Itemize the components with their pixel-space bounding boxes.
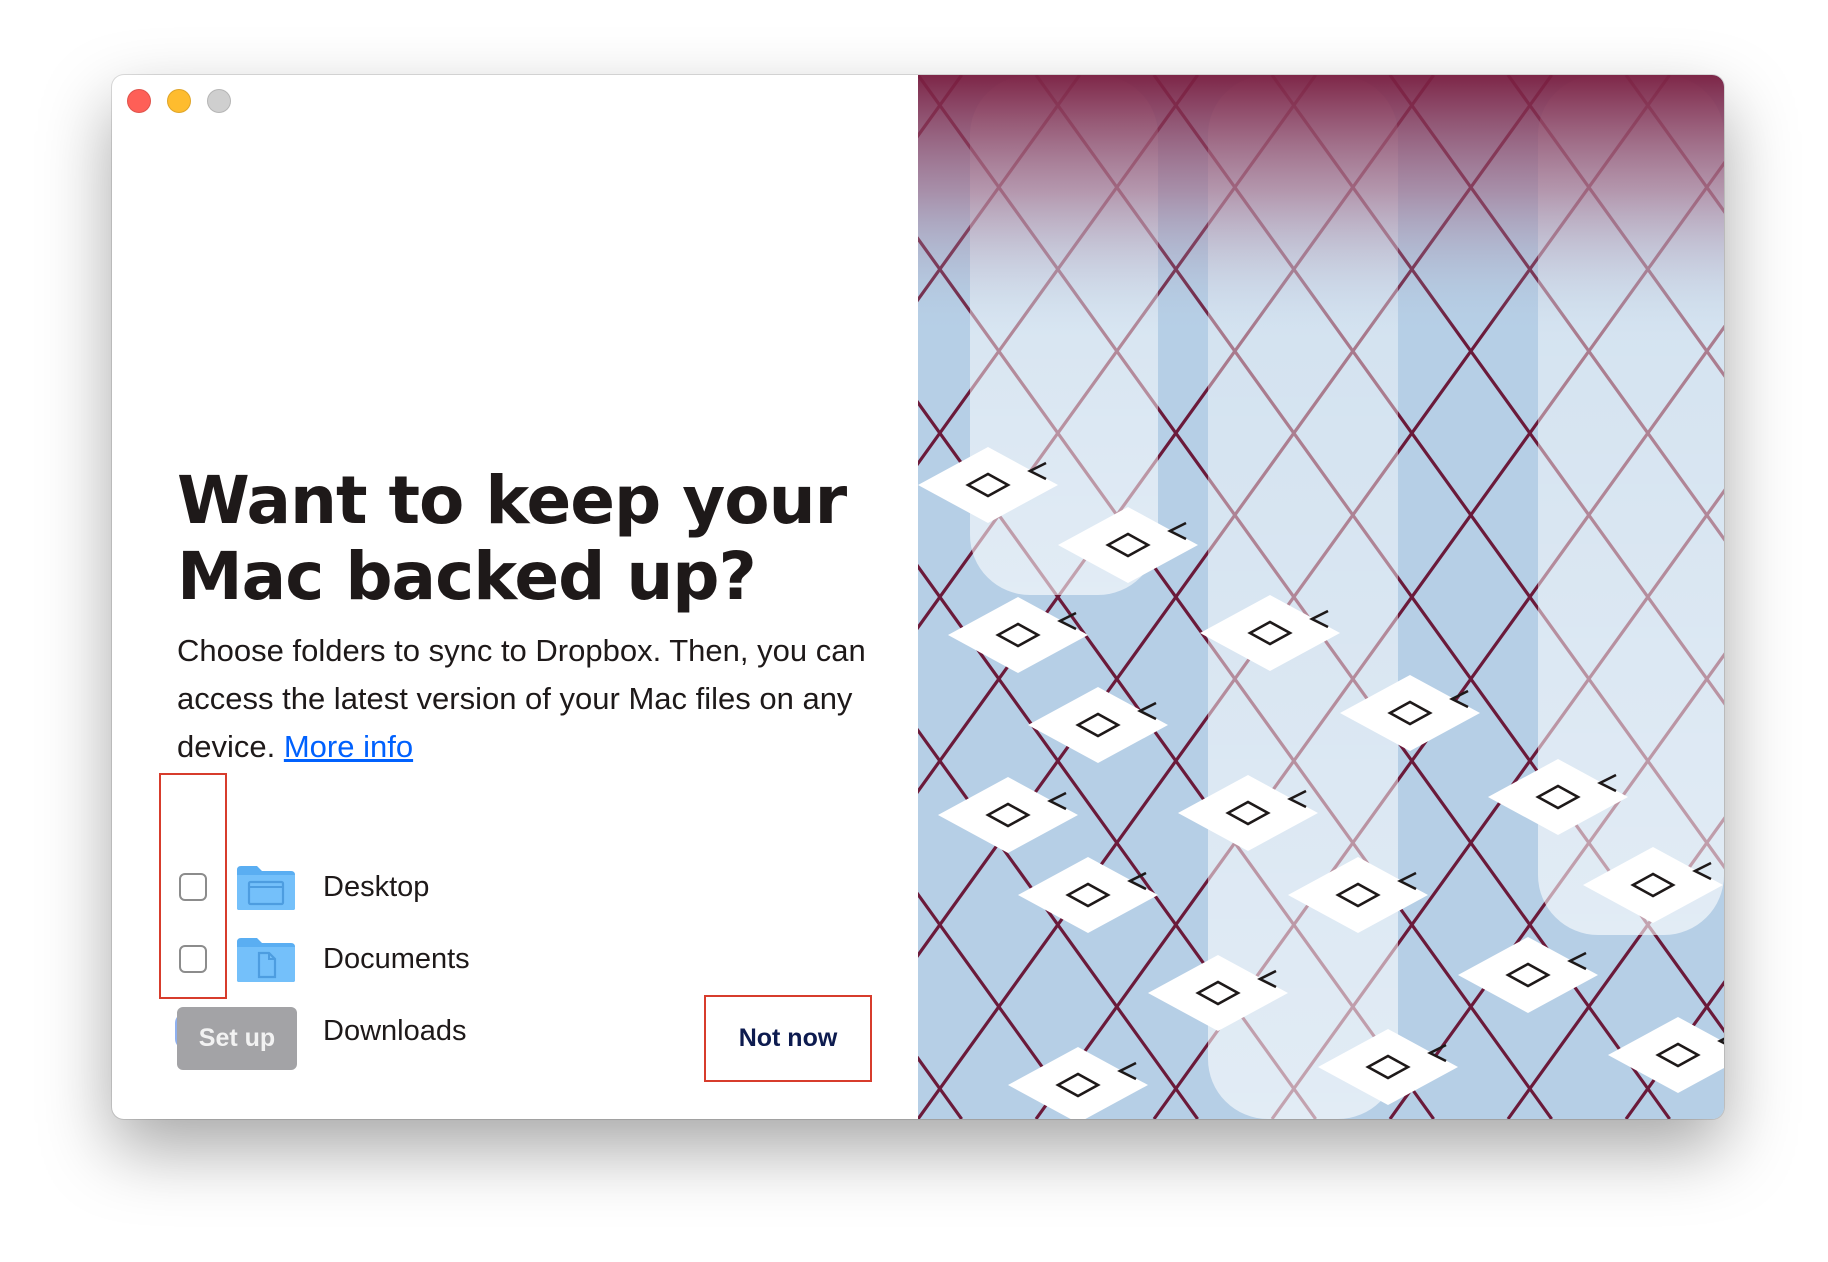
- illustration-pane: [918, 75, 1724, 1119]
- description-text: Choose folders to sync to Dropbox. Then,…: [177, 627, 877, 771]
- folder-label-documents: Documents: [323, 942, 470, 975]
- dropbox-setup-window: Want to keep your Mac backed up? Choose …: [112, 75, 1724, 1119]
- setup-content-pane: Want to keep your Mac backed up? Choose …: [112, 75, 918, 1119]
- documents-checkbox[interactable]: [179, 945, 207, 973]
- description-body: Choose folders to sync to Dropbox. Then,…: [177, 633, 866, 764]
- set-up-button[interactable]: Set up: [177, 1007, 297, 1070]
- screen: Want to keep your Mac backed up? Choose …: [0, 0, 1828, 1262]
- folder-label-desktop: Desktop: [323, 870, 430, 903]
- documents-folder-icon: [237, 938, 295, 982]
- folder-row-desktop: Desktop: [176, 851, 676, 923]
- page-title: Want to keep your Mac backed up?: [177, 462, 847, 615]
- more-info-link[interactable]: More info: [284, 729, 413, 764]
- folder-label-downloads: Downloads: [323, 1014, 467, 1047]
- not-now-button[interactable]: Not now: [716, 1007, 860, 1070]
- folder-row-documents: Documents: [176, 923, 676, 995]
- backup-illustration: [918, 75, 1724, 1119]
- desktop-checkbox[interactable]: [179, 873, 207, 901]
- desktop-folder-icon: [237, 866, 295, 910]
